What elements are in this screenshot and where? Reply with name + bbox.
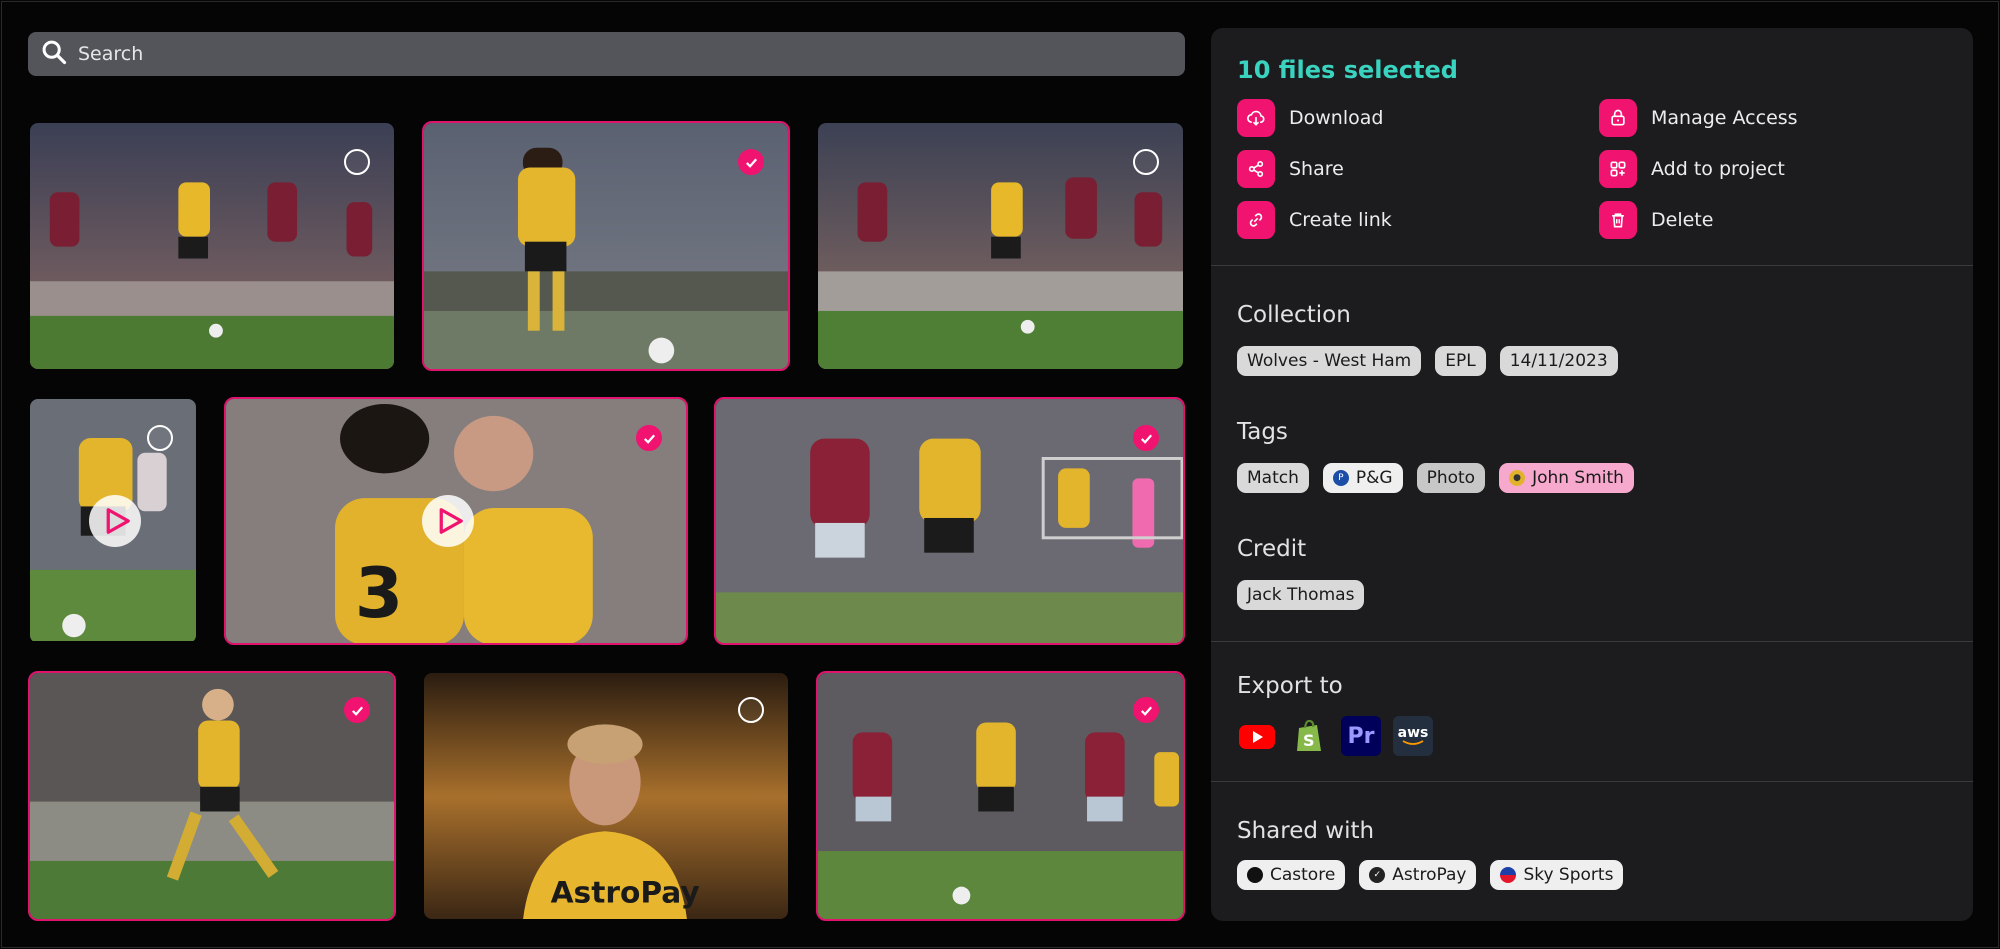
- media-tile[interactable]: [714, 397, 1185, 645]
- divider: [1211, 265, 1973, 266]
- media-tile[interactable]: [28, 121, 396, 371]
- trash-icon: [1599, 201, 1637, 239]
- add-to-project-button[interactable]: Add to project: [1599, 150, 1785, 188]
- select-checkbox[interactable]: [636, 425, 662, 451]
- pg-logo-icon: P: [1332, 470, 1349, 486]
- premiere-pro-icon[interactable]: Pr: [1341, 716, 1381, 756]
- download-button[interactable]: Download: [1237, 99, 1383, 137]
- tag-chip[interactable]: P P&G: [1322, 463, 1403, 493]
- lock-icon: [1599, 99, 1637, 137]
- shared-chips: Castore ✓ AstroPay Sky Sports: [1237, 860, 1624, 890]
- grid-add-icon: [1599, 150, 1637, 188]
- shared-heading: Shared with: [1237, 818, 1375, 844]
- photo-thumbnail: [818, 673, 1183, 919]
- photo-thumbnail: [30, 123, 394, 369]
- media-tile[interactable]: [28, 671, 396, 921]
- select-checkbox[interactable]: [1133, 697, 1159, 723]
- search-icon: [40, 38, 68, 71]
- photo-thumbnail: [716, 399, 1183, 643]
- tag-chip[interactable]: ● John Smith: [1499, 463, 1634, 493]
- astropay-logo-icon: ✓: [1369, 867, 1386, 883]
- credit-chip[interactable]: Jack Thomas: [1237, 580, 1365, 610]
- collection-chips: Wolves - West Ham EPL 14/11/2023: [1237, 346, 1618, 376]
- link-icon: [1237, 201, 1275, 239]
- search-bar[interactable]: Search: [28, 32, 1185, 76]
- shared-chip[interactable]: Sky Sports: [1490, 860, 1624, 890]
- tags-heading: Tags: [1237, 419, 1288, 445]
- select-checkbox[interactable]: [738, 697, 764, 723]
- divider: [1211, 641, 1973, 642]
- cloud-download-icon: [1237, 99, 1275, 137]
- user-avatar-icon: ●: [1509, 470, 1526, 486]
- collection-chip[interactable]: Wolves - West Ham: [1237, 346, 1422, 376]
- select-checkbox[interactable]: [344, 149, 370, 175]
- svg-text:3: 3: [355, 554, 403, 634]
- aws-icon[interactable]: aws: [1393, 716, 1433, 756]
- select-checkbox[interactable]: [344, 697, 370, 723]
- collection-chip[interactable]: 14/11/2023: [1499, 346, 1618, 376]
- divider: [1211, 781, 1973, 782]
- select-checkbox[interactable]: [738, 149, 764, 175]
- svg-text:S: S: [1303, 731, 1315, 750]
- play-icon[interactable]: [422, 495, 474, 547]
- media-tile[interactable]: [422, 121, 790, 371]
- manage-access-button[interactable]: Manage Access: [1599, 99, 1798, 137]
- shared-chip[interactable]: ✓ AstroPay: [1359, 860, 1477, 890]
- play-icon[interactable]: [89, 495, 141, 547]
- collection-chip[interactable]: EPL: [1435, 346, 1486, 376]
- share-button[interactable]: Share: [1237, 150, 1344, 188]
- tag-chip[interactable]: Photo: [1416, 463, 1486, 493]
- credit-chips: Jack Thomas: [1237, 580, 1365, 610]
- tag-chip[interactable]: Match: [1237, 463, 1309, 493]
- credit-heading: Credit: [1237, 536, 1307, 562]
- svg-text:AstroPay: AstroPay: [551, 874, 700, 909]
- photo-thumbnail: AstroPay: [424, 673, 788, 919]
- photo-thumbnail: [818, 123, 1183, 369]
- tag-chips: Match P P&G Photo ● John Smith: [1237, 463, 1634, 493]
- details-panel: 10 files selected Download Manage Access…: [1211, 28, 1973, 921]
- export-heading: Export to: [1237, 673, 1343, 699]
- select-checkbox[interactable]: [147, 425, 173, 451]
- collection-heading: Collection: [1237, 302, 1351, 328]
- youtube-icon[interactable]: [1237, 716, 1277, 756]
- castore-logo-icon: [1247, 867, 1263, 883]
- media-tile[interactable]: [28, 397, 198, 645]
- photo-thumbnail: [30, 673, 394, 919]
- shopify-icon[interactable]: S: [1289, 716, 1329, 756]
- select-checkbox[interactable]: [1133, 425, 1159, 451]
- create-link-button[interactable]: Create link: [1237, 201, 1392, 239]
- media-tile[interactable]: AstroPay: [422, 671, 790, 921]
- shared-chip[interactable]: Castore: [1237, 860, 1346, 890]
- delete-button[interactable]: Delete: [1599, 201, 1713, 239]
- sky-sports-logo-icon: [1500, 867, 1517, 883]
- share-icon: [1237, 150, 1275, 188]
- selection-count: 10 files selected: [1237, 56, 1458, 84]
- search-input[interactable]: Search: [78, 43, 143, 65]
- media-tile[interactable]: [816, 121, 1185, 371]
- export-targets: S Pr aws: [1237, 716, 1433, 756]
- select-checkbox[interactable]: [1133, 149, 1159, 175]
- photo-thumbnail: [424, 123, 788, 369]
- media-tile[interactable]: 3: [224, 397, 688, 645]
- media-tile[interactable]: [816, 671, 1185, 921]
